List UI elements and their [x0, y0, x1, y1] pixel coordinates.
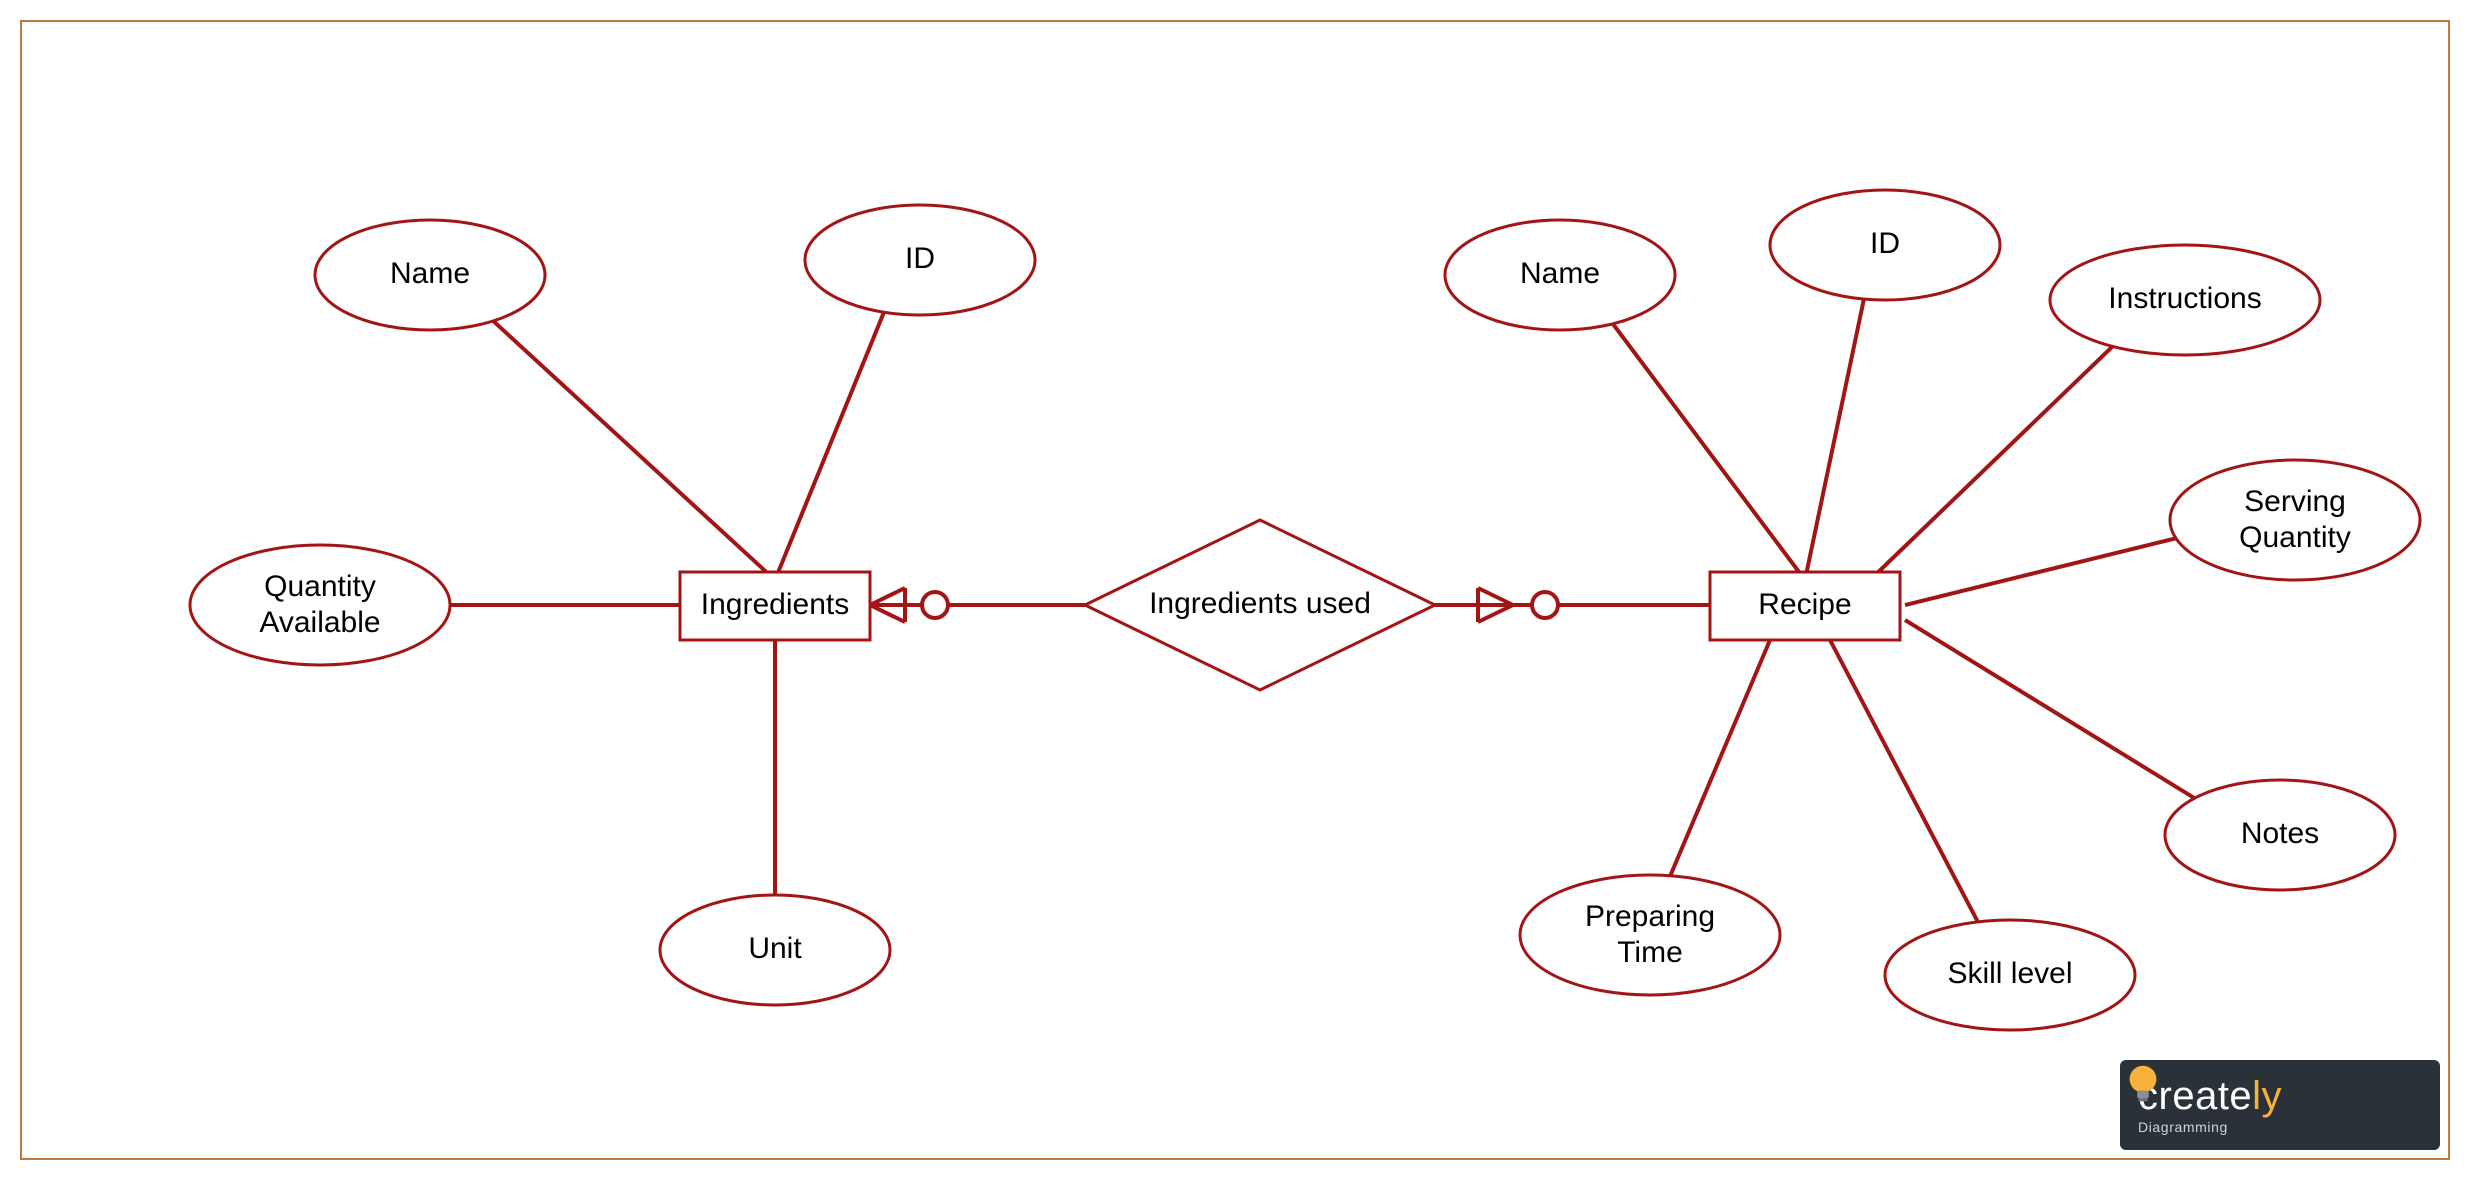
logo-brand-b: ly: [2252, 1074, 2282, 1118]
attr-recipe-servq-label1: Serving: [2244, 485, 2346, 518]
line-ing-id: [775, 285, 895, 580]
attr-ingredients-unit-label: Unit: [748, 932, 802, 965]
attr-recipe-skill-label: Skill level: [1947, 957, 2072, 990]
attr-recipe-serving-quantity: Serving Quantity: [2170, 460, 2420, 580]
attr-ingredients-qty-label2: Available: [259, 606, 380, 639]
relationship-ingredients-used-label: Ingredients used: [1149, 587, 1371, 620]
attr-ingredients-id: ID: [805, 205, 1035, 315]
attr-recipe-id-label: ID: [1870, 227, 1900, 260]
line-rec-notes: [1905, 620, 2230, 820]
attr-recipe-name-label: Name: [1520, 257, 1600, 290]
lightbulb-icon: [2120, 1060, 2166, 1106]
attr-ingredients-unit: Unit: [660, 895, 890, 1005]
line-rec-id: [1805, 270, 1870, 580]
attr-recipe-id: ID: [1770, 190, 2000, 300]
creately-logo: creately Diagramming: [2120, 1060, 2440, 1150]
relationship-ingredients-used: Ingredients used: [1085, 520, 1435, 690]
line-ing-name: [465, 295, 775, 580]
attr-ingredients-id-label: ID: [905, 242, 935, 275]
attr-recipe-prep-label1: Preparing: [1585, 900, 1715, 933]
logo-sub: Diagramming: [2138, 1120, 2282, 1134]
er-diagram: Name ID Quantity Available Unit Name ID …: [0, 0, 2470, 1180]
line-rec-preptime: [1660, 640, 1770, 900]
entity-ingredients: Ingredients: [680, 572, 870, 640]
line-rec-skill: [1830, 640, 1990, 945]
attr-recipe-instructions-label: Instructions: [2108, 282, 2261, 315]
attr-recipe-prep-label2: Time: [1617, 936, 1683, 969]
attr-recipe-servq-label2: Quantity: [2239, 521, 2351, 554]
attr-ingredients-name: Name: [315, 220, 545, 330]
entity-ingredients-label: Ingredients: [701, 588, 849, 621]
line-rec-name: [1595, 300, 1805, 580]
attr-ingredients-name-label: Name: [390, 257, 470, 290]
attr-recipe-preparing-time: Preparing Time: [1520, 875, 1780, 995]
link-ingredientsused-recipe: [1415, 588, 1710, 622]
entity-recipe: Recipe: [1710, 572, 1900, 640]
line-rec-instructions: [1870, 320, 2140, 580]
attr-recipe-instructions: Instructions: [2050, 245, 2320, 355]
attr-recipe-name: Name: [1445, 220, 1675, 330]
entity-recipe-label: Recipe: [1758, 588, 1851, 621]
attr-recipe-notes: Notes: [2165, 780, 2395, 890]
attr-recipe-notes-label: Notes: [2241, 817, 2319, 850]
attr-ingredients-qty-label1: Quantity: [264, 570, 376, 603]
attr-ingredients-quantity-available: Quantity Available: [190, 545, 450, 665]
link-ingredients-ingredientsused: [870, 588, 1105, 622]
attr-recipe-skill-level: Skill level: [1885, 920, 2135, 1030]
